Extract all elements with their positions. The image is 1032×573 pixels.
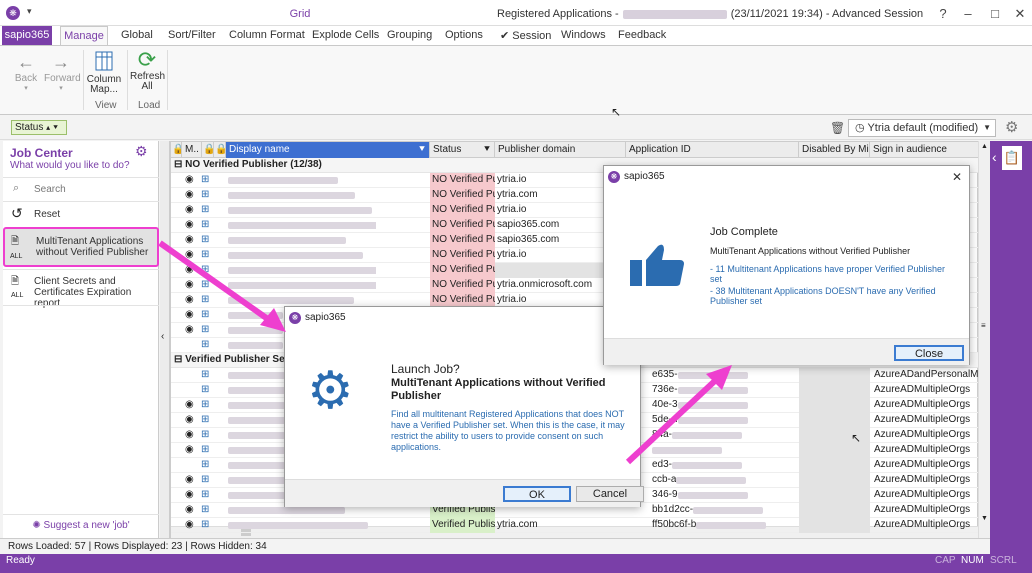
mouse-cursor-icon: ↖ — [851, 431, 862, 445]
annotation-arrow-1 — [158, 240, 274, 325]
arrowhead-1 — [260, 308, 286, 332]
annotation-arrow-2 — [625, 375, 721, 465]
annotation-arrows — [158, 240, 732, 465]
